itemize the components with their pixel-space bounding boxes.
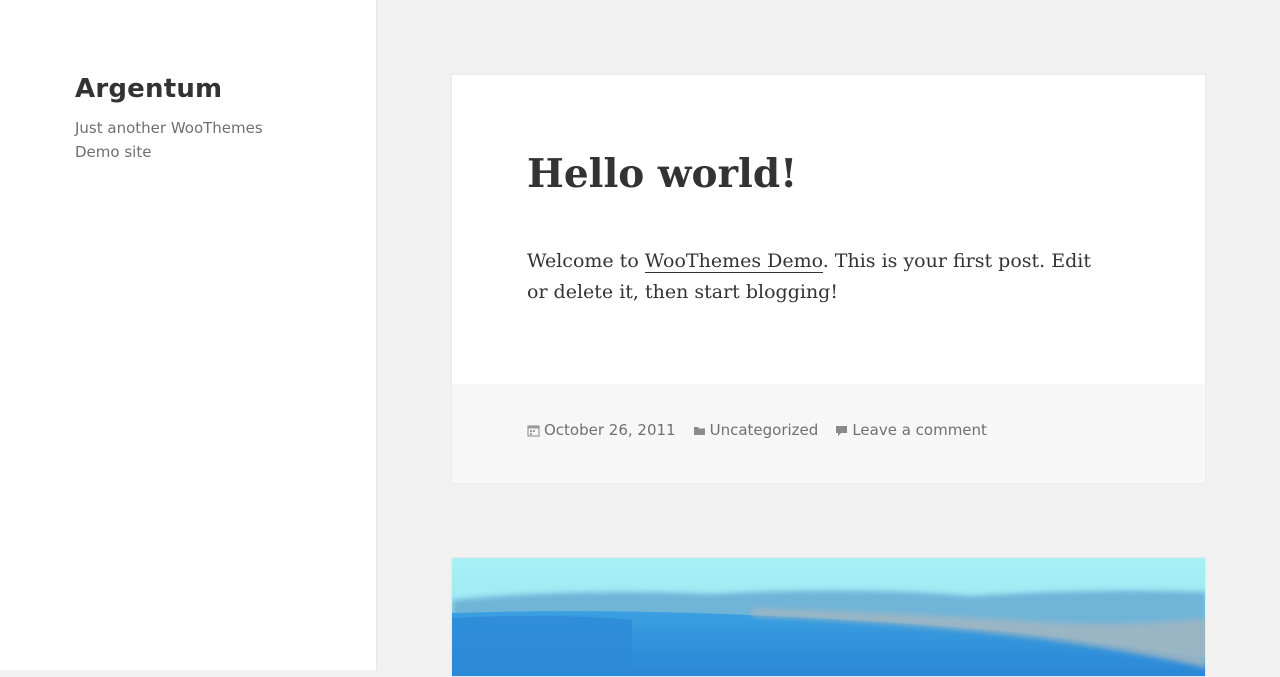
comment-icon <box>836 425 848 436</box>
category-link[interactable]: Uncategorized <box>710 421 819 439</box>
featured-image[interactable] <box>452 558 1206 677</box>
folder-icon <box>693 426 705 435</box>
woothemes-demo-link[interactable]: WooThemes Demo <box>644 250 823 273</box>
post-date-link[interactable]: October 26, 2011 <box>544 421 676 439</box>
post-meta: October 26, 2011 Uncategorized Leave a c… <box>527 421 1004 439</box>
post-title[interactable]: Hello world! <box>527 151 797 197</box>
next-post-card <box>451 557 1206 677</box>
post-content: Welcome to WooThemes Demo. This is your … <box>527 246 1117 308</box>
post-card: Hello world! Welcome to WooThemes Demo. … <box>451 74 1206 484</box>
post-date: October 26, 2011 <box>527 421 676 439</box>
leave-comment-link[interactable]: Leave a comment <box>852 421 987 439</box>
entry-footer: October 26, 2011 Uncategorized Leave a c… <box>452 384 1205 483</box>
sidebar: Argentum Just another WooThemes Demo sit… <box>0 0 377 670</box>
site-title[interactable]: Argentum <box>75 74 222 104</box>
post-comments: Leave a comment <box>835 421 987 439</box>
calendar-icon <box>527 424 540 437</box>
post-category: Uncategorized <box>693 421 819 439</box>
site-description: Just another WooThemes Demo site <box>75 119 263 161</box>
post-content-text-start: Welcome to <box>527 250 645 272</box>
